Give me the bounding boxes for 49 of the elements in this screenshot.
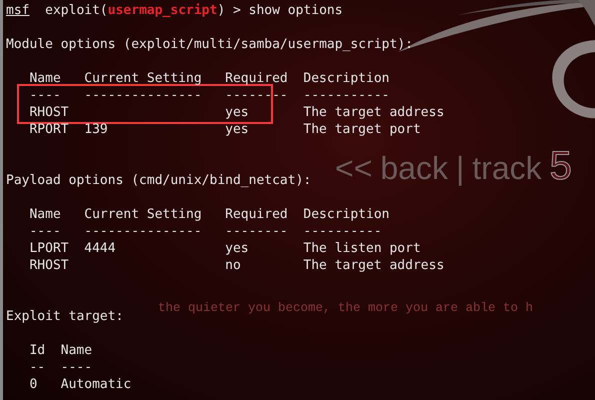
command-text: exploit( — [45, 2, 108, 19]
command-text: ) > show options — [217, 2, 343, 19]
column-header: Name — [29, 71, 61, 86]
table-cell: 0 — [29, 377, 38, 392]
table-cell: Automatic — [60, 377, 132, 392]
table-cell: yes — [225, 105, 249, 120]
logo-text: track — [472, 149, 542, 188]
column-header: Current Setting — [84, 71, 202, 86]
header-underline: ---------- — [303, 224, 382, 239]
table-cell: The target address — [303, 105, 444, 120]
prompt-text: msf — [6, 2, 30, 19]
header-underline: ---- — [29, 224, 61, 239]
section-title: Module options (exploit/multi/samba/usermap_script): — [6, 36, 413, 53]
table-cell: RHOST — [29, 105, 69, 120]
header-underline: ---- — [29, 88, 61, 103]
column-header: Description — [303, 71, 390, 86]
column-header: Description — [303, 207, 390, 222]
table-cell: yes — [225, 122, 249, 137]
module-name: usermap_script — [108, 2, 218, 19]
logo-text: 5 — [550, 146, 572, 186]
table-cell: yes — [225, 241, 249, 256]
header-underline: ---- — [60, 360, 92, 375]
table-cell: RPORT — [29, 122, 69, 137]
table-cell: The target address — [303, 258, 444, 273]
column-header: Name — [29, 207, 61, 222]
table-cell: 139 — [84, 122, 108, 137]
header-underline: -------- — [225, 88, 288, 103]
logo-text: | — [456, 149, 464, 188]
header-underline: ----------- — [303, 88, 390, 103]
table-cell: The listen port — [303, 241, 421, 256]
column-header: Name — [60, 343, 92, 358]
header-underline: --------------- — [84, 88, 202, 103]
table-cell: LPORT — [29, 241, 69, 256]
logo-text: back — [380, 149, 448, 188]
column-header: Required — [225, 207, 288, 222]
section-title: Payload options (cmd/unix/bind_netcat): — [6, 172, 312, 189]
table-cell: 4444 — [84, 241, 116, 256]
section-title: Exploit target: — [6, 308, 124, 325]
table-cell: RHOST — [29, 258, 69, 273]
slogan-text: the quieter you become, the more you are able to h — [158, 300, 534, 317]
header-underline: -------- — [225, 224, 288, 239]
logo-text: << — [335, 149, 372, 188]
header-underline: -- — [29, 360, 46, 375]
table-cell: no — [225, 258, 241, 273]
column-header: Current Setting — [84, 207, 202, 222]
column-header: Id — [29, 343, 46, 358]
table-cell: The target port — [303, 122, 421, 137]
column-header: Required — [225, 71, 288, 86]
header-underline: --------------- — [84, 224, 202, 239]
